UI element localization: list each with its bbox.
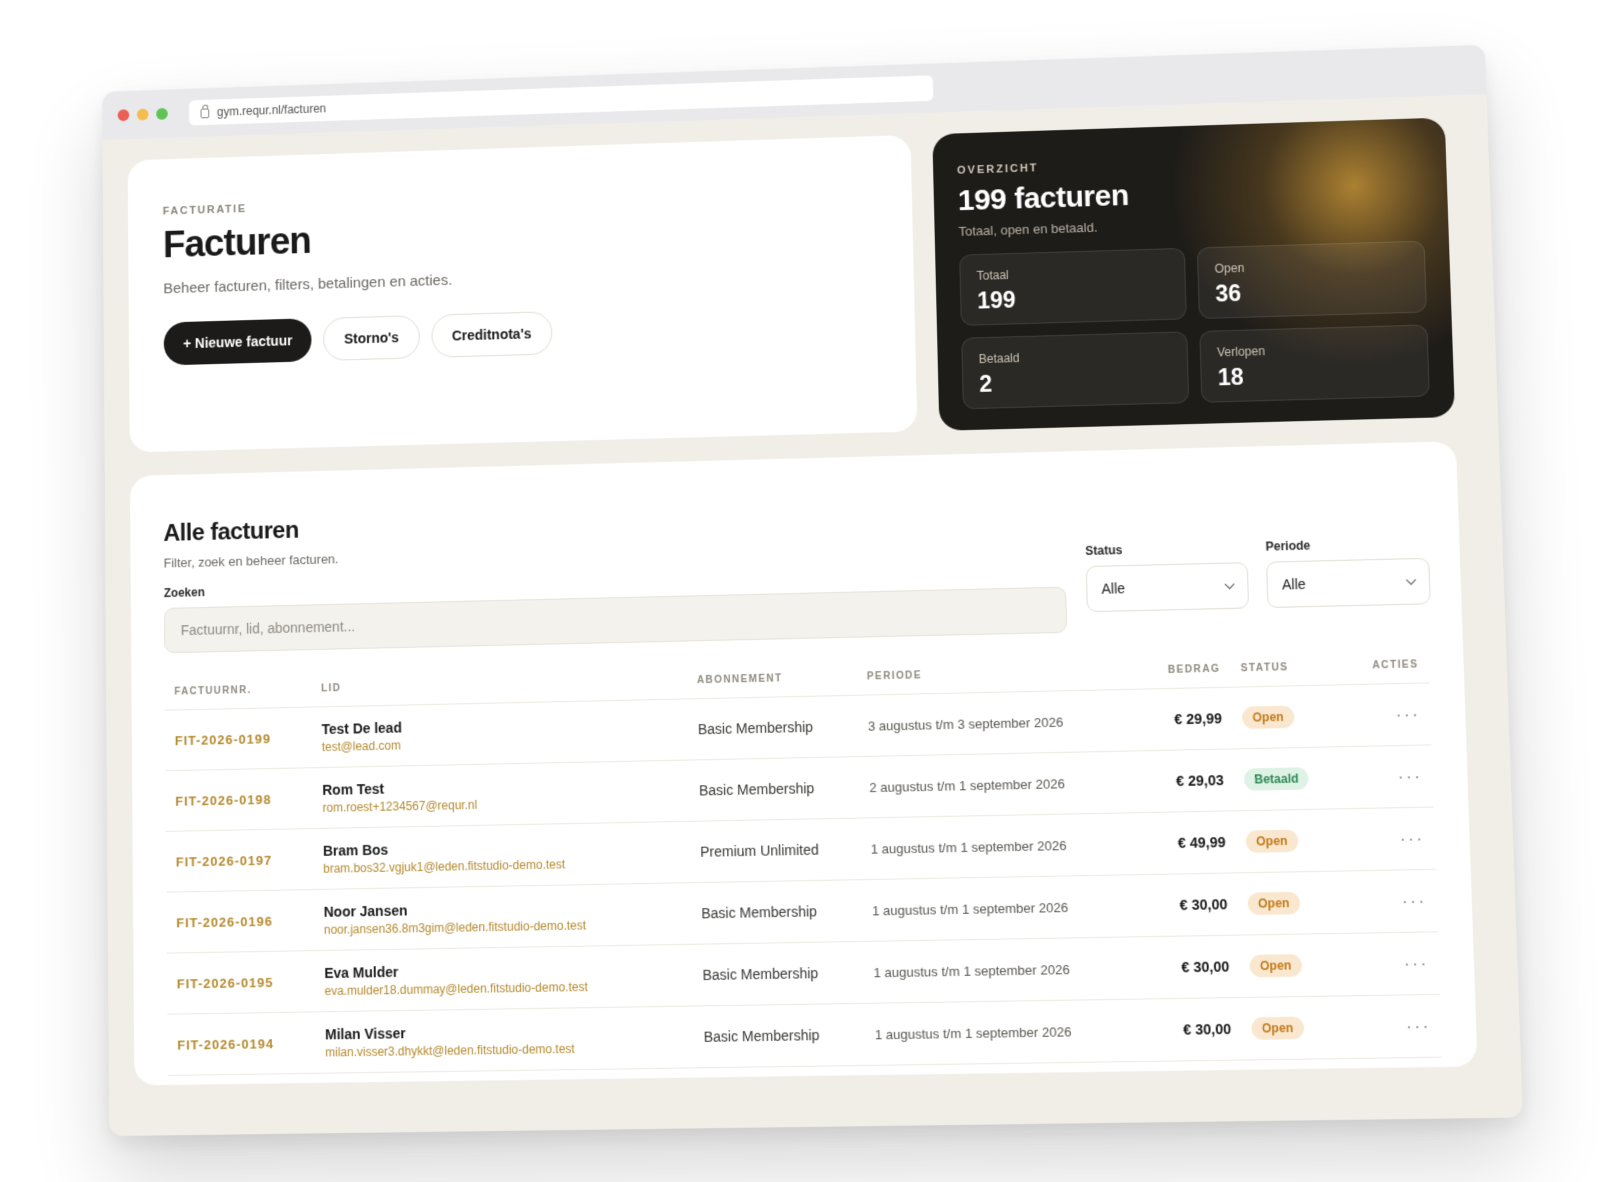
scene: gym.requr.nl/facturen FACTURATIE Facture…	[0, 0, 1600, 1182]
subscription-cell: Basic Membership	[692, 941, 864, 1006]
hero-actions: + Nieuwe factuur Storno's Creditnota's	[164, 302, 880, 366]
overview-card: OVERZICHT 199 facturen Totaal, open en b…	[932, 118, 1455, 431]
member-name: Milan Visser	[325, 1020, 684, 1042]
period-filter-value: Alle	[1282, 576, 1306, 593]
status-badge: Betaald	[1244, 767, 1309, 791]
member-email: noor.jansen36.8m3gim@leden.fitstudio-dem…	[324, 916, 682, 936]
period-cell: 2 augustus t/m 1 september 2026	[859, 751, 1143, 818]
period-cell: 1 augustus t/m 1 september 2026	[864, 999, 1150, 1066]
column-header-status[interactable]: STATUS	[1230, 647, 1343, 687]
stat-open: Open 36	[1197, 241, 1427, 319]
status-filter-label: Status	[1085, 543, 1122, 558]
status-badge: Open	[1247, 892, 1300, 915]
url-text: gym.requr.nl/facturen	[217, 102, 326, 119]
minimize-window-button[interactable]	[137, 109, 149, 121]
column-header-amount[interactable]: BEDRAG	[1139, 649, 1231, 689]
stat-value: 36	[1215, 275, 1409, 308]
column-header-actions: ACTIES	[1342, 645, 1429, 685]
column-header-subscription[interactable]: ABONNEMENT	[687, 658, 858, 699]
new-invoice-button[interactable]: + Nieuwe factuur	[164, 318, 312, 365]
stat-total: Totaal 199	[959, 248, 1187, 326]
status-badge: Open	[1249, 954, 1302, 977]
amount-cell: € 30,00	[1147, 935, 1241, 999]
period-cell: 1 augustus t/m 1 september 2026	[861, 875, 1146, 942]
subscription-cell: Basic Membership	[687, 695, 858, 760]
invoice-number-link[interactable]: FIT-2026-0198	[175, 792, 271, 809]
stat-value: 18	[1217, 359, 1412, 391]
status-badge: Open	[1251, 1017, 1304, 1040]
member-email: milan.visser3.dhykkt@leden.fitstudio-dem…	[325, 1040, 684, 1059]
status-badge: Open	[1242, 706, 1294, 729]
maximize-window-button[interactable]	[156, 108, 168, 120]
member-name: Noor Jansen	[324, 897, 682, 919]
credit-note-button[interactable]: Creditnota's	[431, 311, 552, 358]
invoice-number-link[interactable]: FIT-2026-0196	[176, 914, 273, 931]
row-actions-menu-icon[interactable]: ···	[1345, 745, 1433, 809]
invoice-number-link[interactable]: FIT-2026-0197	[176, 853, 273, 870]
amount-cell: € 29,99	[1140, 687, 1233, 751]
status-filter-select[interactable]: Alle	[1086, 562, 1249, 612]
amount-cell: € 30,00	[1145, 873, 1239, 937]
stat-value: 2	[979, 366, 1172, 398]
invoice-number-link[interactable]: FIT-2026-0194	[177, 1036, 274, 1053]
stat-label: Verlopen	[1217, 340, 1411, 359]
stat-grid: Totaal 199 Open 36 Betaald 2 Verlopen 18	[959, 241, 1430, 410]
status-badge: Open	[1246, 829, 1299, 852]
row-actions-menu-icon[interactable]: ···	[1343, 683, 1431, 747]
period-filter-select[interactable]: Alle	[1266, 558, 1431, 608]
search-label: Zoeken	[164, 585, 205, 600]
row-actions-menu-icon[interactable]: ···	[1353, 994, 1442, 1058]
filter-bar: Zoeken Factuurnr, lid, abonnement... Sta…	[164, 556, 1428, 655]
close-window-button[interactable]	[118, 109, 130, 121]
period-cell: 1 augustus t/m 1 september 2026	[860, 813, 1145, 880]
column-header-invoice-number[interactable]: FACTUURNR.	[164, 670, 311, 710]
amount-cell: € 30,00	[1148, 997, 1242, 1061]
subscription-cell: Basic Membership	[689, 757, 861, 822]
invoice-number-link[interactable]: FIT-2026-0195	[177, 975, 274, 992]
subscription-cell: Premium Unlimited	[690, 818, 862, 883]
row-actions-menu-icon[interactable]: ···	[1351, 932, 1440, 996]
row-actions-menu-icon[interactable]: ···	[1347, 807, 1435, 871]
browser-window: gym.requr.nl/facturen FACTURATIE Facture…	[102, 45, 1523, 1136]
member-email: bram.bos32.vgjuk1@leden.fitstudio-demo.t…	[323, 855, 680, 876]
stat-value: 199	[977, 282, 1169, 314]
stat-label: Totaal	[976, 263, 1168, 283]
stat-expired: Verlopen 18	[1199, 324, 1430, 402]
amount-cell: € 49,99	[1143, 811, 1237, 875]
subscription-cell: Basic Membership	[693, 1003, 865, 1068]
period-cell: 3 augustus t/m 3 september 2026	[857, 689, 1141, 756]
chevron-down-icon	[1406, 574, 1416, 584]
invoice-list-panel: Alle facturen Filter, zoek en beheer fac…	[130, 441, 1478, 1085]
stat-label: Open	[1214, 256, 1408, 276]
member-email: eva.mulder18.dummay@leden.fitstudio-demo…	[324, 978, 682, 998]
row-actions-menu-icon[interactable]: ···	[1349, 869, 1437, 933]
search-input[interactable]: Factuurnr, lid, abonnement...	[164, 587, 1067, 654]
column-header-period[interactable]: PERIODE	[856, 651, 1139, 695]
search-placeholder: Factuurnr, lid, abonnement...	[181, 618, 356, 638]
period-cell: 1 augustus t/m 1 september 2026	[863, 937, 1149, 1004]
chevron-down-icon	[1225, 579, 1235, 589]
invoice-table: FACTUURNR. LID ABONNEMENT PERIODE BEDRAG…	[164, 645, 1442, 1076]
status-filter-value: Alle	[1101, 580, 1125, 597]
stat-label: Betaald	[979, 347, 1171, 366]
member-name: Eva Mulder	[324, 959, 682, 981]
stat-paid: Betaald 2	[961, 331, 1189, 409]
storno-button[interactable]: Storno's	[323, 315, 419, 361]
invoice-number-link[interactable]: FIT-2026-0199	[175, 731, 271, 748]
subscription-cell: Basic Membership	[691, 880, 863, 945]
member-email: rom.roest+1234567@requr.nl	[322, 793, 679, 814]
page-subtitle: Beheer facturen, filters, betalingen en …	[163, 259, 878, 297]
hero-card: FACTURATIE Facturen Beheer facturen, fil…	[128, 135, 918, 453]
period-filter-label: Periode	[1265, 538, 1310, 553]
lock-icon	[201, 108, 210, 118]
amount-cell: € 29,03	[1141, 749, 1234, 813]
